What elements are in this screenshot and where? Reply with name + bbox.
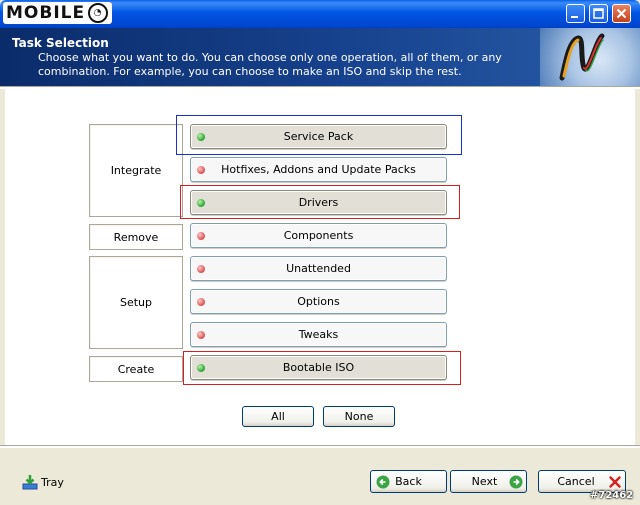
page-description: Choose what you want to do. You can choo… [38,51,502,78]
next-arrow-icon [509,475,523,489]
task-label: Hotfixes, Addons and Update Packs [221,163,416,176]
status-red-icon [197,331,205,339]
wordmark-text: MOBILE [6,3,86,23]
category-label: Remove [113,230,159,244]
category-label: Integrate [110,164,162,177]
select-all-label: All [271,410,285,423]
tray-label: Tray [41,475,64,489]
title-bar: MOBILE ◔ [0,0,640,28]
task-label: Options [297,295,340,308]
task-label: Unattended [286,262,351,275]
close-window-button[interactable] [612,4,631,23]
task-unattended-button[interactable]: Unattended [190,256,447,281]
status-red-icon [197,298,205,306]
select-none-label: None [344,410,374,423]
task-label: Tweaks [298,328,339,341]
task-options-button[interactable]: Options [190,289,447,314]
close-icon [616,8,627,19]
logo-badge-icon: ◔ [88,3,109,23]
category-label: Create [117,362,155,376]
task-drivers-button[interactable]: Drivers [190,190,447,215]
app-wordmark: MOBILE ◔ [3,2,113,24]
task-label: Components [283,229,354,242]
minimize-icon [571,16,578,18]
select-all-button[interactable]: All [242,406,314,427]
cancel-label: Cancel [557,475,595,488]
footer-divider [0,445,640,448]
category-create: Create [89,356,183,382]
minimize-button[interactable] [566,4,585,23]
tray-button[interactable]: Tray [22,474,64,490]
category-setup: Setup [89,256,183,349]
next-button[interactable]: Next [450,470,527,493]
tray-icon [22,475,38,490]
task-bootable-iso-button[interactable]: Bootable ISO [190,355,447,380]
task-service-pack-button[interactable]: Service Pack [190,124,447,149]
cancel-x-icon [609,476,621,488]
nlite-logo-icon [559,33,605,81]
status-red-icon [197,166,205,174]
category-integrate: Integrate [89,124,183,217]
next-label: Next [471,475,498,488]
category-remove: Remove [89,224,183,250]
select-none-button[interactable]: None [323,406,395,427]
status-red-icon [197,232,205,240]
back-label: Back [395,475,422,488]
back-arrow-icon [376,475,390,489]
maximize-icon [593,8,604,19]
task-label: Bootable ISO [282,361,355,374]
task-label: Service Pack [283,130,354,143]
wizard-header: Task Selection Choose what you want to d… [0,28,640,86]
status-red-icon [197,265,205,273]
task-components-button[interactable]: Components [190,223,447,248]
status-green-icon [197,199,205,207]
back-button[interactable]: Back [370,470,447,493]
category-label: Setup [119,296,153,309]
task-tweaks-button[interactable]: Tweaks [190,322,447,347]
watermark: #72462 [590,490,634,501]
status-green-icon [197,364,205,372]
task-label: Drivers [298,196,339,209]
nlite-logo [540,28,640,86]
task-hotfixes-button[interactable]: Hotfixes, Addons and Update Packs [190,157,447,182]
status-green-icon [197,133,205,141]
page-title: Task Selection [12,36,109,50]
maximize-button[interactable] [589,4,608,23]
